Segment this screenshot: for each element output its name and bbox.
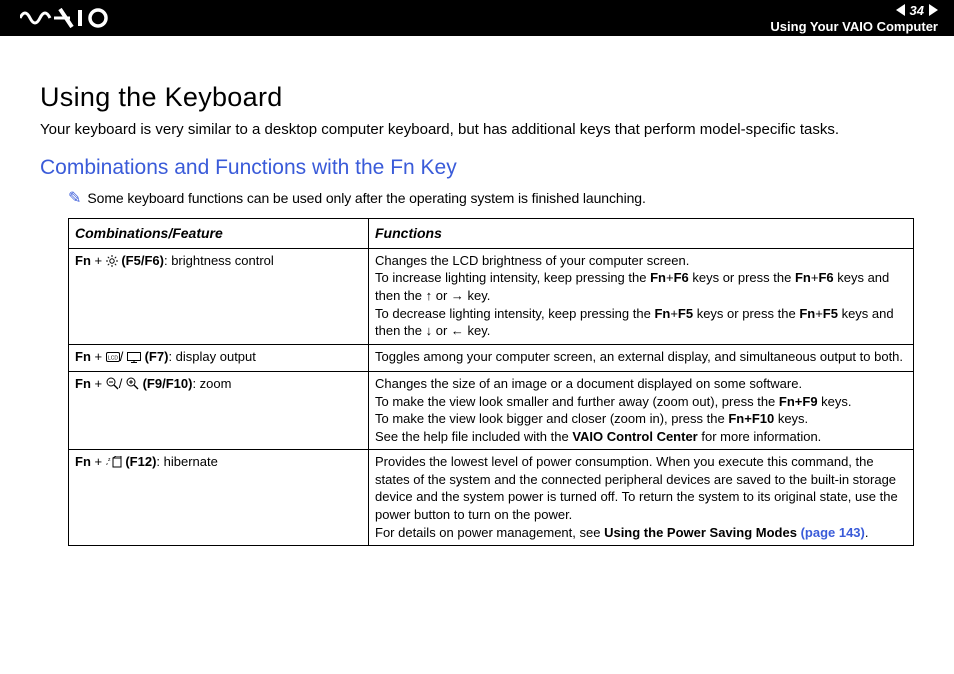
th-combination: Combinations/Feature bbox=[69, 219, 369, 249]
vaio-logo bbox=[20, 8, 112, 28]
note-text: Some keyboard functions can be used only… bbox=[87, 190, 645, 206]
cell-combination: Fn + zz (F12): hibernate bbox=[69, 450, 369, 546]
page-navigator: 34 bbox=[896, 3, 938, 18]
next-page-icon[interactable] bbox=[929, 4, 938, 16]
page-number: 34 bbox=[908, 3, 926, 18]
cell-combination: Fn + LCD / (F7): display output bbox=[69, 344, 369, 372]
header-bar: 34 Using Your VAIO Computer bbox=[0, 0, 954, 36]
fn-key-table: Combinations/Feature Functions Fn + (F5/… bbox=[68, 218, 914, 546]
cell-function: Changes the size of an image or a docume… bbox=[369, 372, 914, 450]
prev-page-icon[interactable] bbox=[896, 4, 905, 16]
section-subhead: Combinations and Functions with the Fn K… bbox=[40, 156, 914, 180]
intro-text: Your keyboard is very similar to a deskt… bbox=[40, 121, 914, 138]
table-row: Fn + zz (F12): hibernate Provides the lo… bbox=[69, 450, 914, 546]
brightness-icon bbox=[106, 254, 118, 272]
svg-text:z: z bbox=[108, 457, 111, 463]
cell-function: Provides the lowest level of power consu… bbox=[369, 450, 914, 546]
note-row: ✎ Some keyboard functions can be used on… bbox=[68, 190, 914, 208]
table-row: Fn + / (F9/F10): zoom Changes the size o… bbox=[69, 372, 914, 450]
table-row: Fn + LCD / (F7): display output Toggles … bbox=[69, 344, 914, 372]
external-display-icon bbox=[127, 350, 141, 368]
cell-function: Toggles among your computer screen, an e… bbox=[369, 344, 914, 372]
zoom-out-icon bbox=[106, 377, 119, 395]
hibernate-icon: zz bbox=[106, 455, 122, 473]
page-link[interactable]: (page 143) bbox=[801, 525, 865, 540]
table-row: Fn + (F5/F6): brightness control Changes… bbox=[69, 248, 914, 344]
cell-combination: Fn + / (F9/F10): zoom bbox=[69, 372, 369, 450]
pencil-icon: ✎ bbox=[68, 188, 81, 208]
right-arrow-icon: → bbox=[451, 288, 464, 303]
header-right: 34 Using Your VAIO Computer bbox=[770, 3, 944, 34]
cell-function: Changes the LCD brightness of your compu… bbox=[369, 248, 914, 344]
section-label: Using Your VAIO Computer bbox=[770, 19, 938, 34]
svg-text:LCD: LCD bbox=[108, 355, 118, 361]
zoom-in-icon bbox=[126, 377, 139, 395]
page-title: Using the Keyboard bbox=[40, 82, 914, 113]
th-function: Functions bbox=[369, 219, 914, 249]
cell-combination: Fn + (F5/F6): brightness control bbox=[69, 248, 369, 344]
left-arrow-icon: ← bbox=[451, 323, 464, 338]
svg-text:z: z bbox=[106, 461, 108, 466]
content-area: Using the Keyboard Your keyboard is very… bbox=[0, 36, 954, 546]
lcd-icon: LCD bbox=[106, 350, 120, 368]
